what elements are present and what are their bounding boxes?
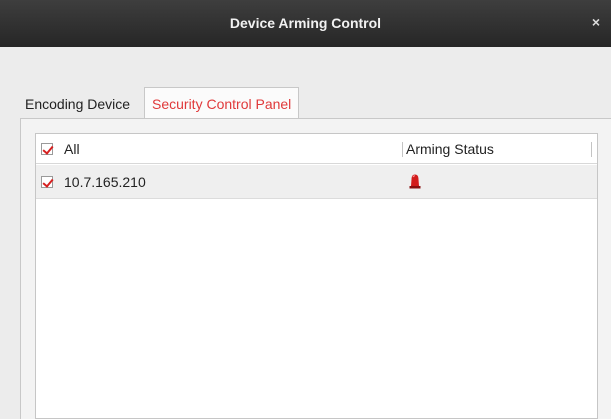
column-separator[interactable] — [591, 142, 592, 157]
alarm-siren-icon — [409, 174, 421, 189]
device-list-table: All Arming Status 10.7.165.210 — [35, 133, 598, 419]
window-title: Device Arming Control — [229, 15, 382, 31]
tab-security-control-panel[interactable]: Security Control Panel — [144, 87, 300, 119]
device-checkbox[interactable] — [41, 176, 53, 188]
select-all-checkbox[interactable] — [41, 143, 53, 155]
device-ip: 10.7.165.210 — [64, 174, 146, 190]
column-separator[interactable] — [402, 142, 403, 157]
table-header: All Arming Status — [36, 134, 597, 164]
arming-status-header[interactable]: Arming Status — [406, 134, 494, 164]
dialog-body: Encoding Device Security Control Panel A… — [0, 47, 611, 419]
tab-panel: All Arming Status 10.7.165.210 — [20, 119, 611, 419]
title-bar: Device Arming Control × — [0, 0, 611, 47]
table-row[interactable]: 10.7.165.210 — [36, 165, 597, 199]
select-all-label: All — [64, 141, 80, 157]
tab-encoding-device[interactable]: Encoding Device — [25, 89, 130, 119]
close-icon[interactable]: × — [587, 12, 605, 32]
